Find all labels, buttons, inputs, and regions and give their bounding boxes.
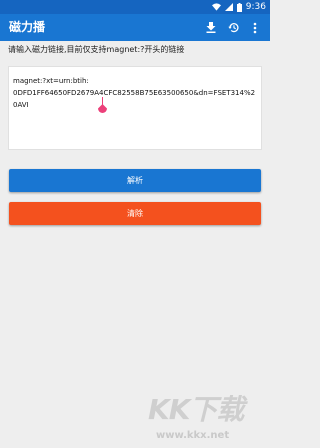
download-icon <box>206 22 216 33</box>
battery-icon <box>236 2 242 12</box>
signal-icon <box>224 3 233 11</box>
watermark: KK下载 www.kkx.net <box>148 388 263 448</box>
app-bar-actions <box>200 14 266 41</box>
watermark-url: www.kkx.net <box>156 430 230 441</box>
status-time: 9:36 <box>245 2 266 12</box>
cursor-handle[interactable] <box>97 104 108 115</box>
magnet-input[interactable]: magnet:?xt=urn:btih: 0DFD1FF64650FD2679A… <box>8 66 262 150</box>
input-hint: 请输入磁力链接,目前仅支持magnet:?开头的链接 <box>8 45 185 54</box>
history-button[interactable] <box>222 14 244 41</box>
download-button[interactable] <box>200 14 222 41</box>
more-options-button[interactable] <box>244 14 266 41</box>
watermark-logo: KK下载 <box>148 393 244 426</box>
history-icon <box>227 23 239 33</box>
parse-button[interactable]: 解析 <box>9 169 261 192</box>
wifi-icon <box>211 3 221 11</box>
magnet-input-value[interactable]: magnet:?xt=urn:btih: 0DFD1FF64650FD2679A… <box>13 75 259 111</box>
app-bar: 磁力播 <box>0 14 270 41</box>
status-bar: 9:36 <box>0 0 270 14</box>
clear-button[interactable]: 清除 <box>9 202 261 225</box>
more-vert-icon <box>253 22 257 33</box>
status-icons: 9:36 <box>211 0 266 14</box>
app-title: 磁力播 <box>9 20 46 34</box>
